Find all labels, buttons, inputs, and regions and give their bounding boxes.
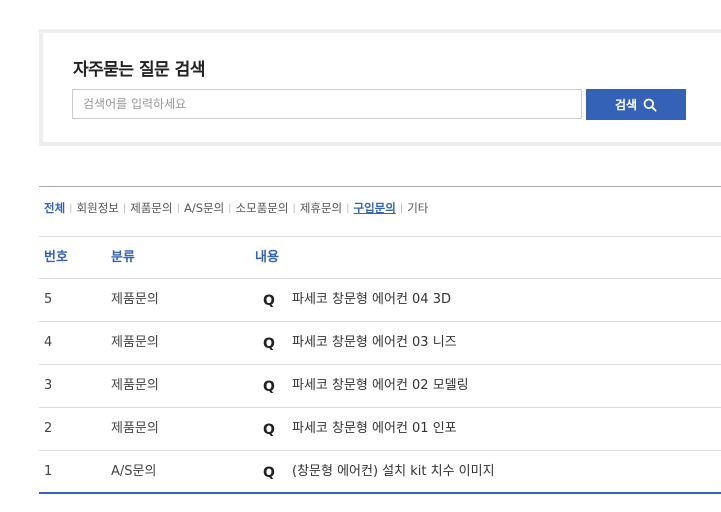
row-category: 제품문의 xyxy=(111,421,159,436)
question-title-link[interactable]: 파세코 창문형 에어컨 04 3D xyxy=(292,279,451,321)
table-row[interactable]: 3 제품문의 Q 파세코 창문형 에어컨 02 모델링 xyxy=(39,365,721,408)
category-tab[interactable]: 전체 xyxy=(44,200,65,216)
question-mark-label: Q xyxy=(263,422,275,438)
category-separator: | xyxy=(346,202,350,214)
category-separator: | xyxy=(399,202,404,214)
search-input[interactable] xyxy=(72,89,582,119)
question-title-link[interactable]: 파세코 창문형 에어컨 01 인포 xyxy=(292,408,457,450)
table-row[interactable]: 2 제품문의 Q 파세코 창문형 에어컨 01 인포 xyxy=(39,408,721,451)
category-separator: | xyxy=(292,202,296,214)
category-separator: | xyxy=(69,202,73,214)
row-number: 5 xyxy=(44,292,53,307)
faq-table: 번호 분류 내용 5 제품문의 Q 파세코 창문형 에어컨 04 3D 4 제품문의 Q 파세… xyxy=(39,236,721,494)
question-title-link[interactable]: (창문형 에어컨) 설치 kit 치수 이미지 xyxy=(292,451,495,493)
faq-search-title: 자주묻는 질문 검색 xyxy=(73,60,205,80)
table-row[interactable]: 5 제품문의 Q 파세코 창문형 에어컨 04 3D xyxy=(39,279,721,322)
search-icon xyxy=(643,98,657,112)
row-number: 2 xyxy=(44,421,53,436)
category-separator: | xyxy=(176,202,180,214)
table-header: 번호 분류 내용 xyxy=(39,236,721,279)
faq-search-panel: 자주묻는 질문 검색 검색 xyxy=(39,29,721,146)
question-mark-label: Q xyxy=(263,379,275,395)
category-tab[interactable]: 제휴문의 xyxy=(300,200,342,216)
row-category: A/S문의 xyxy=(111,464,157,479)
category-tab[interactable]: 회원정보 xyxy=(77,200,119,216)
category-tab[interactable]: 소모품문의 xyxy=(236,200,289,216)
header-category: 분류 xyxy=(111,250,135,265)
header-no: 번호 xyxy=(44,250,68,265)
row-number: 1 xyxy=(44,464,53,479)
question-mark-label: Q xyxy=(263,465,275,481)
table-row[interactable]: 4 제품문의 Q 파세코 창문형 에어컨 03 니즈 xyxy=(39,322,721,365)
question-mark-label: Q xyxy=(263,336,275,352)
search-button[interactable]: 검색 xyxy=(586,89,686,120)
row-number: 4 xyxy=(44,335,53,350)
category-tab[interactable]: 제품문의 xyxy=(130,200,172,216)
question-title-link[interactable]: 파세코 창문형 에어컨 03 니즈 xyxy=(292,322,457,364)
question-title-link[interactable]: 파세코 창문형 에어컨 02 모델링 xyxy=(292,365,469,407)
row-category: 제품문의 xyxy=(111,292,159,307)
row-number: 3 xyxy=(44,378,53,393)
category-nav: 전체 | 회원정보 | 제품문의 | A/S문의 | 소모품문의 | 제휴문의 | 구입문의 | 기타 xyxy=(44,200,428,216)
search-button-label: 검색 xyxy=(614,98,638,112)
category-divider xyxy=(39,186,721,187)
table-row[interactable]: 1 A/S문의 Q (창문형 에어컨) 설치 kit 치수 이미지 xyxy=(39,451,721,494)
row-category: 제품문의 xyxy=(111,378,159,393)
row-category: 제품문의 xyxy=(111,335,159,350)
category-separator: | xyxy=(122,202,127,214)
category-tab[interactable]: A/S문의 xyxy=(184,200,224,216)
question-mark-label: Q xyxy=(263,293,275,309)
header-content: 내용 xyxy=(255,250,279,265)
category-tab[interactable]: 구입문의 xyxy=(354,200,396,216)
category-tab[interactable]: 기타 xyxy=(407,200,428,216)
category-separator: | xyxy=(228,202,232,214)
